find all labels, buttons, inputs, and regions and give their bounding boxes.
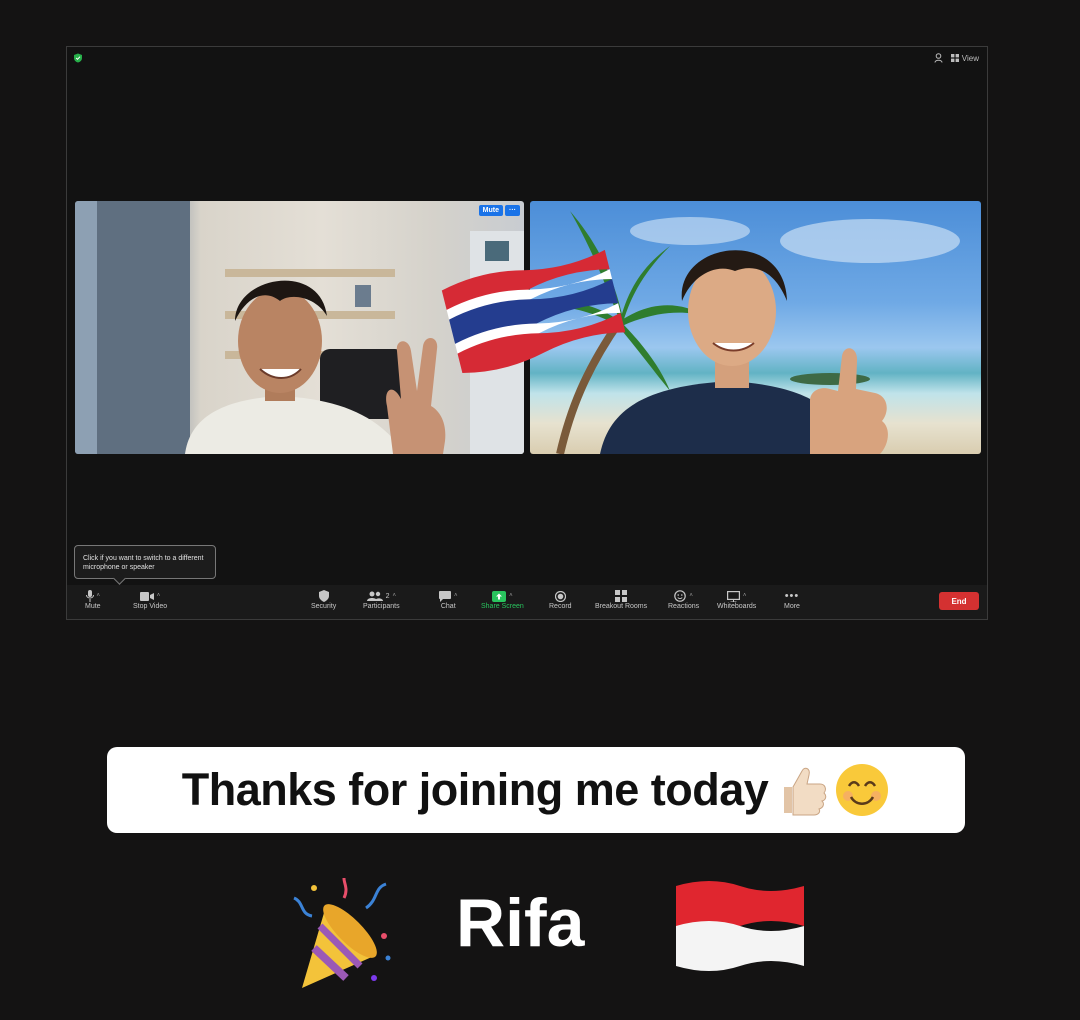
smiling-face-icon bbox=[836, 764, 889, 816]
security-label: Security bbox=[311, 603, 337, 610]
name-row: Rifa bbox=[0, 860, 1080, 1000]
participants-button[interactable]: 2 ˄ Participants bbox=[363, 589, 400, 610]
chevron-up-icon[interactable]: ˄ bbox=[743, 593, 747, 599]
breakout-rooms-label: Breakout Rooms bbox=[595, 603, 648, 610]
share-screen-button[interactable]: ˄ Share Screen bbox=[481, 589, 524, 610]
view-label: View bbox=[961, 53, 979, 63]
top-right-controls: View bbox=[934, 53, 979, 63]
chevron-up-icon[interactable]: ˄ bbox=[509, 593, 513, 599]
chevron-up-icon[interactable]: ˄ bbox=[97, 593, 101, 599]
participants-count: 2 bbox=[385, 592, 390, 600]
indonesia-flag-icon bbox=[676, 881, 804, 971]
reactions-button[interactable]: ˄ Reactions bbox=[668, 589, 699, 610]
caption-text: Thanks for joining me today bbox=[181, 764, 769, 815]
more-dots-icon: ••• bbox=[784, 590, 800, 602]
chat-label: Chat bbox=[440, 603, 456, 610]
chevron-up-icon[interactable]: ˄ bbox=[689, 593, 693, 599]
more-button[interactable]: ••• More bbox=[784, 589, 800, 610]
mute-label: Mute bbox=[85, 603, 101, 610]
end-meeting-button[interactable]: End bbox=[939, 592, 979, 610]
breakout-rooms-icon bbox=[615, 590, 628, 602]
more-label: More bbox=[784, 603, 800, 610]
mute-button[interactable]: ˄ Mute bbox=[85, 589, 101, 610]
grid-view-icon bbox=[950, 54, 959, 62]
meeting-toolbar: ˄ Mute ˄ Stop Video Security 2 ˄ Partici… bbox=[67, 585, 987, 619]
video-camera-icon bbox=[139, 591, 154, 601]
whiteboards-button[interactable]: ˄ Whiteboards bbox=[717, 589, 756, 610]
participant-name: Rifa bbox=[456, 885, 585, 961]
reactions-label: Reactions bbox=[668, 603, 700, 610]
record-icon bbox=[554, 590, 566, 602]
share-screen-icon bbox=[492, 590, 507, 602]
encryption-shield-icon bbox=[74, 53, 82, 63]
participants-icon bbox=[366, 591, 383, 601]
stop-video-label: Stop Video bbox=[133, 603, 168, 610]
record-button[interactable]: Record bbox=[549, 589, 572, 610]
view-button[interactable]: View bbox=[950, 53, 979, 63]
record-label: Record bbox=[549, 603, 572, 610]
chevron-up-icon[interactable]: ˄ bbox=[157, 593, 161, 599]
breakout-rooms-button[interactable]: Breakout Rooms bbox=[595, 589, 647, 610]
tile-more-button[interactable]: ··· bbox=[505, 205, 520, 216]
person-icon[interactable] bbox=[934, 53, 943, 63]
audio-tooltip: Click if you want to switch to a differe… bbox=[74, 545, 216, 579]
chat-bubble-icon bbox=[439, 590, 451, 602]
chat-button[interactable]: ˄ Chat bbox=[439, 589, 458, 610]
tile-controls: Mute ··· bbox=[478, 205, 520, 216]
thumbs-up-icon bbox=[784, 767, 827, 816]
unmute-button[interactable]: Mute bbox=[478, 205, 503, 216]
whiteboard-icon bbox=[726, 590, 740, 602]
participants-label: Participants bbox=[363, 603, 400, 610]
security-shield-icon bbox=[318, 590, 329, 602]
story-caption: Thanks for joining me today bbox=[107, 747, 965, 833]
stop-video-button[interactable]: ˄ Stop Video bbox=[133, 589, 167, 610]
microphone-icon bbox=[85, 590, 94, 602]
smile-plus-icon bbox=[674, 590, 687, 602]
zoom-meeting-window: View Mute ··· Click if you want to switc… bbox=[66, 46, 988, 620]
whiteboards-label: Whiteboards bbox=[717, 603, 757, 610]
thailand-flag-icon bbox=[441, 249, 625, 373]
security-button[interactable]: Security bbox=[311, 589, 336, 610]
chevron-up-icon[interactable]: ˄ bbox=[392, 593, 396, 599]
party-popper-icon bbox=[293, 878, 391, 988]
share-screen-label: Share Screen bbox=[481, 603, 524, 610]
chevron-up-icon[interactable]: ˄ bbox=[454, 593, 458, 599]
